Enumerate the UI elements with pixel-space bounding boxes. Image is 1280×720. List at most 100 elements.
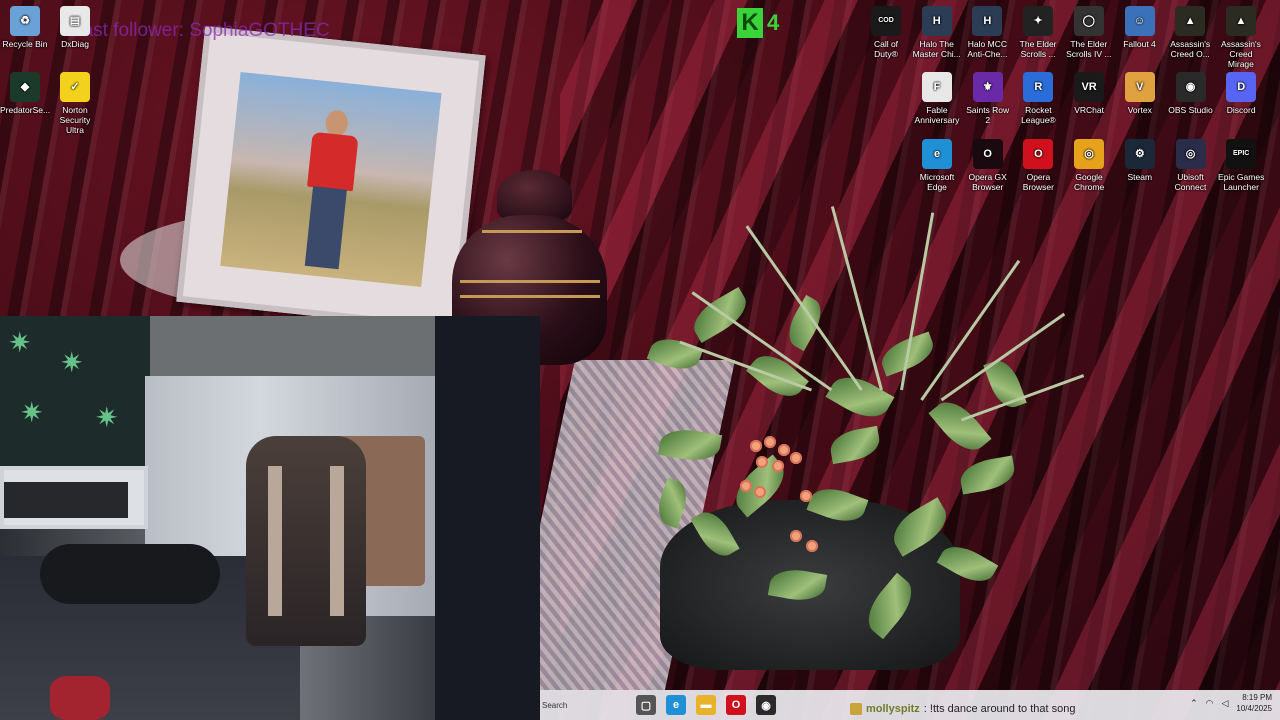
webcam-gaming-chair <box>246 436 366 646</box>
desktop-shortcut[interactable]: ▤ DxDiag <box>50 6 100 49</box>
volume-icon[interactable]: ◁ <box>1221 698 1228 709</box>
desktop-shortcut[interactable]: ✦ The Elder Scrolls ... <box>1013 6 1063 59</box>
k-badge-letter: K <box>737 8 763 38</box>
recycle-bin-icon: ♻ <box>10 6 40 36</box>
wifi-icon[interactable]: ◠ <box>1206 698 1214 709</box>
elder-scrolls-icon: ✦ <box>1023 6 1054 36</box>
file-explorer-icon[interactable]: ▬ <box>696 695 716 715</box>
wallpaper-picture-frame <box>176 26 486 331</box>
chevron-up-icon[interactable]: ⌃ <box>1190 698 1198 709</box>
chat-message: : !tts dance around to that song <box>923 703 1076 715</box>
desktop-shortcut[interactable]: ☺ Fallout 4 <box>1115 6 1165 49</box>
webcam-overlay: ✷ ✷ ✷ ✷ <box>0 316 540 720</box>
stream-k-badge: K 4 <box>737 6 791 40</box>
desktop-shortcut-label: Call of Duty® <box>873 39 899 59</box>
desktop-shortcut-label: Steam <box>1127 172 1153 182</box>
desktop-shortcut-label: Opera GX Browser <box>968 172 1007 192</box>
edge-icon: e <box>922 139 952 169</box>
desktop-shortcut[interactable]: R Rocket League® <box>1013 72 1063 125</box>
desktop-shortcut-label: Saints Row 2 <box>966 105 1010 125</box>
desktop-shortcut[interactable]: ◉ OBS Studio <box>1166 72 1216 115</box>
desktop-shortcut-label: DxDiag <box>61 39 89 49</box>
desktop-shortcut-label: VRChat <box>1074 105 1104 115</box>
desktop-shortcut-label: Norton Security Ultra <box>59 105 91 135</box>
webcam-person <box>40 544 220 604</box>
saints-row-icon: ⚜ <box>972 72 1003 102</box>
taskbar-search[interactable]: Search <box>540 694 624 716</box>
halo-mcc-anticheat-icon: H <box>972 6 1003 36</box>
desktop-shortcut[interactable]: ◆ PredatorSe... <box>0 72 50 115</box>
framed-photo <box>220 71 442 288</box>
chrome-icon: ◎ <box>1074 139 1105 169</box>
desktop-shortcut[interactable]: e Microsoft Edge <box>912 139 962 192</box>
desktop-shortcut[interactable]: ◯ The Elder Scrolls IV ... <box>1064 6 1114 59</box>
clock-date: 10/4/2025 <box>1236 704 1272 713</box>
desktop-shortcut-label: Assassin's Creed O... <box>1170 39 1211 59</box>
desktop-shortcut[interactable]: VR VRChat <box>1064 72 1114 115</box>
desktop-shortcut[interactable]: O Opera GX Browser <box>963 139 1013 192</box>
desktop-shortcut[interactable]: H Halo The Master Chi... <box>912 6 962 59</box>
desktop-shortcut[interactable]: ▲ Assassin's Creed Mirage <box>1216 6 1266 69</box>
task-view-icon[interactable]: ▢ <box>636 695 656 715</box>
desktop-shortcut-label: The Elder Scrolls IV ... <box>1066 39 1112 59</box>
desktop-shortcut[interactable]: O Opera Browser <box>1013 139 1063 192</box>
chat-username: mollyspitz <box>866 703 920 715</box>
stream-follower-overlay: Last follower: SophiaGOTHEC <box>72 20 330 41</box>
desktop-shortcut[interactable]: ✓ Norton Security Ultra <box>50 72 100 135</box>
wallpaper-plant <box>630 190 1090 670</box>
desktop-shortcut[interactable]: ⚜ Saints Row 2 <box>963 72 1013 125</box>
desktop-shortcut-label: Fable Anniversary <box>914 105 960 125</box>
obs-icon[interactable]: ◉ <box>756 695 776 715</box>
taskbar-apps: ▢ e ▬ O ◉ <box>624 695 781 715</box>
desktop-shortcut[interactable]: V Vortex <box>1115 72 1165 115</box>
halo-mcc-icon: H <box>921 6 952 36</box>
desktop-shortcut-label: Assassin's Creed Mirage <box>1220 39 1261 69</box>
desktop-shortcut-label: Rocket League® <box>1021 105 1056 125</box>
edge-icon[interactable]: e <box>666 695 686 715</box>
desktop-shortcut-label: PredatorSe... <box>0 105 51 115</box>
k-badge-number: 4 <box>767 10 780 35</box>
desktop-shortcut-label: Vortex <box>1127 105 1152 115</box>
discord-icon: D <box>1226 72 1257 102</box>
chat-badge-icon <box>850 703 862 715</box>
vrchat-icon: VR <box>1074 72 1105 102</box>
assassins-creed-origins-icon: ▲ <box>1175 6 1206 36</box>
desktop-shortcut[interactable]: D Discord <box>1216 72 1266 115</box>
desktop-shortcut[interactable]: COD Call of Duty® <box>861 6 911 59</box>
desktop-shortcut[interactable]: ◎ Google Chrome <box>1064 139 1114 192</box>
clock-time: 8:19 PM <box>1242 693 1272 702</box>
desktop-shortcut-label: Halo The Master Chi... <box>912 39 961 59</box>
vortex-icon: V <box>1124 72 1155 102</box>
assassins-creed-mirage-icon: ▲ <box>1225 6 1256 36</box>
desktop-shortcut-label: Fallout 4 <box>1123 39 1156 49</box>
webcam-tapestry: ✷ ✷ ✷ ✷ <box>0 316 155 466</box>
desktop-shortcut[interactable]: EPIC Epic Games Launcher <box>1216 139 1266 192</box>
desktop-shortcut-label: Opera Browser <box>1022 172 1054 192</box>
desktop-shortcut-label: Epic Games Launcher <box>1218 172 1265 192</box>
desktop-shortcut-label: Ubisoft Connect <box>1174 172 1207 192</box>
steam-icon: ⚙ <box>1124 139 1155 169</box>
desktop-shortcut[interactable]: H Halo MCC Anti-Che... <box>962 6 1012 59</box>
opera-icon: O <box>1023 139 1054 169</box>
desktop-shortcut[interactable]: F Fable Anniversary <box>912 72 962 125</box>
opera-gx-icon: O <box>972 139 1003 169</box>
desktop-shortcut[interactable]: ◎ Ubisoft Connect <box>1166 139 1216 192</box>
fallout4-icon: ☺ <box>1124 6 1155 36</box>
epic-games-icon: EPIC <box>1226 139 1257 169</box>
rocket-league-icon: R <box>1023 72 1054 102</box>
search-placeholder: Search <box>542 700 568 710</box>
desktop-shortcut-label: Google Chrome <box>1073 172 1105 192</box>
desktop-shortcut[interactable]: ♻ Recycle Bin <box>0 6 50 49</box>
ubisoft-icon: ◎ <box>1175 139 1206 169</box>
webcam-window <box>0 466 148 529</box>
obs-icon: ◉ <box>1175 72 1206 102</box>
dxdiag-icon: ▤ <box>60 6 90 36</box>
desktop-shortcut-label: Discord <box>1226 105 1256 115</box>
norton-icon: ✓ <box>60 72 90 102</box>
taskbar-clock[interactable]: 8:19 PM 10/4/2025 <box>1236 692 1272 714</box>
fable-icon: F <box>922 72 952 102</box>
desktop-shortcut[interactable]: ⚙ Steam <box>1115 139 1165 182</box>
desktop-shortcut-label: The Elder Scrolls ... <box>1019 39 1057 59</box>
opera-icon[interactable]: O <box>726 695 746 715</box>
desktop-shortcut[interactable]: ▲ Assassin's Creed O... <box>1165 6 1215 59</box>
